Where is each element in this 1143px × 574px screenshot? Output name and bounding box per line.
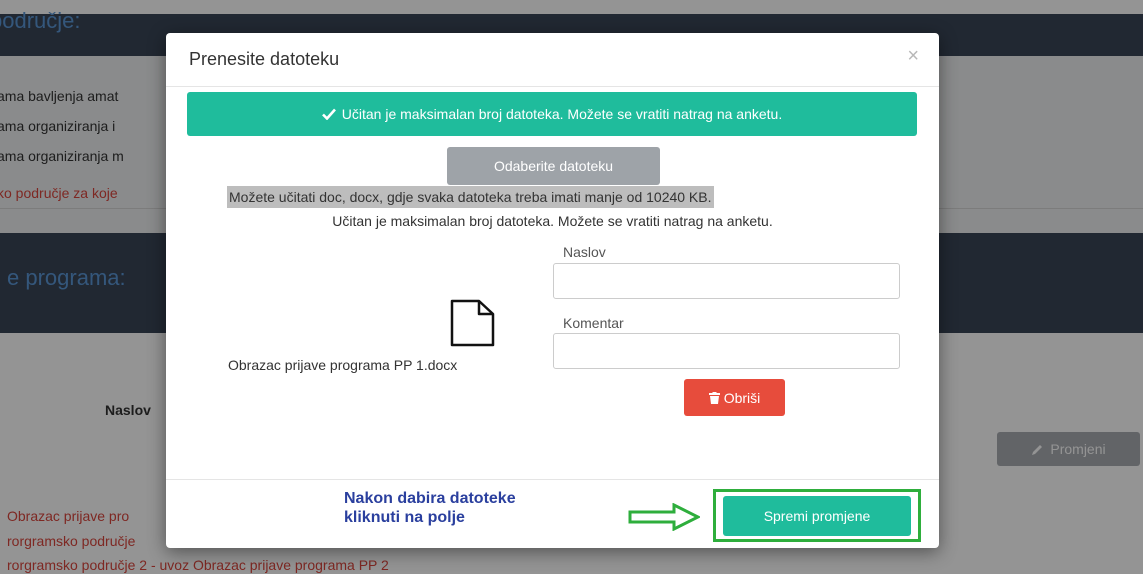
select-file-button[interactable]: Odaberite datoteku	[447, 147, 660, 185]
save-changes-button[interactable]: Spremi promjene	[723, 496, 911, 536]
file-icon	[450, 299, 495, 347]
max-files-message: Učitan je maksimalan broj datoteka. Može…	[332, 213, 773, 229]
instruction-note: Nakon dabira datoteke kliknuti na polje	[344, 489, 516, 527]
delete-button[interactable]: Obriši	[684, 379, 785, 416]
success-message: Učitan je maksimalan broj datoteka. Može…	[341, 106, 783, 122]
arrow-right-icon	[628, 503, 700, 531]
upload-modal: Prenesite datoteku × Učitan je maksimala…	[166, 33, 939, 548]
title-label: Naslov	[563, 244, 606, 260]
file-name: Obrazac prijave programa PP 1.docx	[228, 357, 458, 373]
success-alert: Učitan je maksimalan broj datoteka. Može…	[187, 92, 917, 136]
page: područje: ama bavljenja amat ama organiz…	[0, 0, 1143, 574]
modal-title: Prenesite datoteku	[189, 49, 340, 69]
file-type-hint: Možete učitati doc, docx, gdje svaka dat…	[227, 186, 714, 208]
modal-header: Prenesite datoteku ×	[166, 33, 939, 87]
comment-label: Komentar	[563, 315, 624, 331]
comment-input[interactable]	[553, 333, 900, 369]
trash-icon	[708, 391, 720, 404]
delete-button-label: Obriši	[723, 389, 761, 406]
title-input[interactable]	[553, 263, 900, 299]
close-icon[interactable]: ×	[907, 45, 919, 68]
instruction-line-2: kliknuti na polje	[344, 509, 465, 526]
instruction-line-1: Nakon dabira datoteke	[344, 490, 516, 507]
checkmark-icon	[321, 108, 336, 120]
